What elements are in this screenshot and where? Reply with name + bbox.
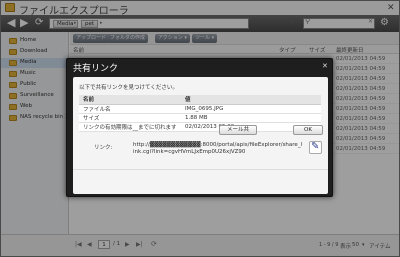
close-icon[interactable]: ✕ bbox=[322, 62, 328, 70]
row-name: リンクの有効期限は__までに切れます bbox=[79, 122, 181, 132]
dialog-body: 以下で共有リンクを見つけてください。 名前 値 ファイル名 IMG_0695.J… bbox=[73, 77, 328, 194]
column-header-value: 値 bbox=[181, 95, 321, 105]
column-header-name: 名前 bbox=[79, 95, 181, 105]
link-label: リンク: bbox=[94, 145, 113, 151]
ok-button[interactable]: OK bbox=[293, 125, 323, 135]
table-row: ファイル名 IMG_0695.JPG bbox=[79, 104, 321, 114]
edit-link-button[interactable]: ✎ bbox=[309, 141, 322, 154]
share-info-table: 名前 値 ファイル名 IMG_0695.JPG サイズ 1.88 MB リンクの… bbox=[79, 95, 321, 132]
share-link-url[interactable]: http://▓▓▓▓▓▓▓▓▓▓▓▓:8000/portal/apis/fil… bbox=[133, 142, 303, 156]
table-row: サイズ 1.88 MB bbox=[79, 113, 321, 123]
row-name: ファイル名 bbox=[79, 104, 181, 114]
dialog-title: 共有リンク bbox=[73, 64, 119, 74]
table-row: リンクの有効期限は__までに切れます 02/02/2013 05:00 bbox=[79, 122, 321, 132]
pen-icon: ✎ bbox=[311, 141, 320, 152]
dialog-description: 以下で共有リンクを見つけてください。 bbox=[79, 85, 178, 91]
row-value: 1.88 MB bbox=[181, 113, 321, 123]
row-name: サイズ bbox=[79, 113, 181, 123]
table-header-row: 名前 値 bbox=[79, 95, 321, 105]
dialog-divider bbox=[73, 169, 328, 170]
row-value: IMG_0695.JPG bbox=[181, 104, 321, 114]
mail-share-button[interactable]: メール共 bbox=[219, 125, 257, 135]
